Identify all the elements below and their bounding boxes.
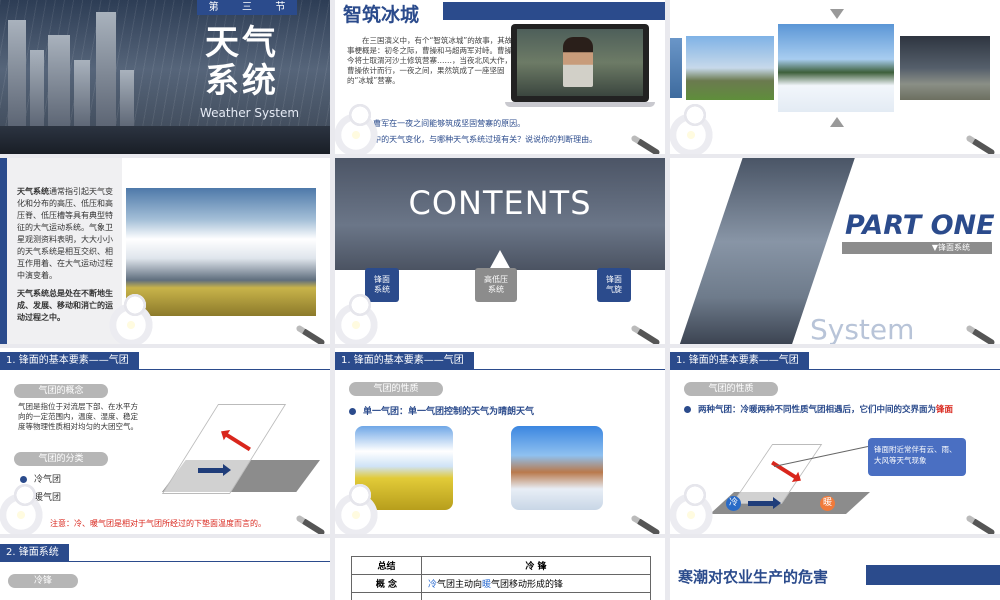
arrow-down-icon[interactable] — [830, 9, 844, 19]
slide-title: CONTENTS — [408, 184, 592, 222]
pen-icon — [970, 137, 996, 154]
table-row — [351, 592, 651, 600]
laptop-base — [505, 102, 655, 107]
note-text: 注意：冷、暖气团是相对于气团所经过的下垫面温度而言的。 — [50, 519, 266, 528]
slide-title: 寒潮对农业生产的危害 — [678, 568, 829, 586]
slide-6-part-one[interactable]: PART ONE ▼锋面系统 System — [670, 158, 1000, 344]
flower-decoration — [104, 292, 158, 344]
slide-4-definition[interactable]: 天气系统通常指引起天气变化和分布的高压、低压和高压脊、低压槽等具有典型特征的大气… — [0, 158, 330, 344]
flower-decoration — [335, 102, 383, 154]
slide-7-air-mass[interactable]: 1. 锋面的基本要素——气团 气团的概念 气团是指位于对流层下部、在水平方向的一… — [0, 348, 330, 534]
blue-arrow-icon — [198, 464, 231, 476]
pointer-triangle — [489, 250, 511, 270]
question-2: 2. 故事中的天气变化，与哪种天气系统过境有关？说说你的判断理由。 — [347, 135, 598, 144]
slide-2-story[interactable]: 智筑冰城 在三国演义中，有个“智筑冰城”的故事，其故事梗概是：初冬之际，曹操和马… — [335, 0, 665, 154]
pen-icon — [635, 137, 661, 154]
section-header: 2. 锋面系统 — [0, 544, 69, 561]
winter-tree-photo — [511, 426, 603, 510]
pill-label: 冷锋 — [8, 574, 78, 588]
point-text: 两种气团：冷暖两种不同性质气团相遇后，它们中间的交界面为锋面 — [684, 404, 988, 416]
summary-table: 总结 冷 锋 概 念 冷气团主动向暖气团移动形成的锋 — [351, 556, 651, 600]
slide-subtitle: Weather System — [200, 106, 300, 120]
section-header: 1. 锋面的基本要素——气团 — [0, 352, 139, 369]
cold-badge: 冷 — [726, 496, 741, 511]
warm-badge: 暖 — [820, 496, 835, 511]
slide-12-cold-wave[interactable]: 寒潮对农业生产的危害 — [670, 538, 1000, 600]
photo-snow-forest — [778, 24, 894, 112]
slide-11-summary-table[interactable]: 总结 冷 锋 概 念 冷气团主动向暖气团移动形成的锋 — [335, 538, 665, 600]
pen-icon — [635, 517, 661, 534]
part-title: PART ONE — [845, 210, 995, 241]
title-bar — [443, 2, 665, 20]
story-text: 在三国演义中，有个“智筑冰城”的故事，其故事梗概是：初冬之际，曹操和马超两军对峙… — [347, 36, 513, 85]
slide-1-title[interactable]: 第 三 节 天气 系统 Weather System — [0, 0, 330, 154]
flower-decoration — [335, 292, 383, 344]
flower-decoration — [670, 102, 718, 154]
section-header: 1. 锋面的基本要素——气团 — [335, 352, 474, 369]
building — [120, 70, 134, 130]
blue-arrow-icon — [748, 497, 781, 509]
pen-icon — [635, 327, 661, 344]
pen-icon — [970, 517, 996, 534]
pen-icon — [300, 517, 326, 534]
arrow-up-icon[interactable] — [830, 117, 844, 127]
contents-item-2[interactable]: 高低压 系统 — [475, 268, 517, 302]
pill-label: 气团的性质 — [684, 382, 778, 396]
section-badge: 第 三 节 — [197, 0, 297, 15]
callout-box: 锋面附近常伴有云、雨、大风等天气现象 — [868, 438, 966, 476]
flower-decoration — [670, 482, 718, 534]
pill-label: 气团的性质 — [349, 382, 443, 396]
ground — [0, 126, 330, 154]
definition-text: 天气系统通常指引起天气变化和分布的高压、低压和高压脊、低压槽等具有典型特征的大气… — [17, 187, 113, 322]
building — [8, 20, 26, 130]
section-header: 1. 锋面的基本要素——气团 — [670, 352, 809, 369]
pill-label: 气团的概念 — [14, 384, 108, 398]
slide-9-two-air-masses[interactable]: 1. 锋面的基本要素——气团 气团的性质 两种气团：冷暖两种不同性质气团相遇后，… — [670, 348, 1000, 534]
slide-3-gallery[interactable] — [670, 0, 1000, 154]
title-bar — [866, 565, 1000, 585]
building — [74, 60, 90, 130]
pill-label: 气团的分类 — [14, 452, 108, 466]
slide-title: 智筑冰城 — [343, 4, 420, 26]
accent-strip — [0, 158, 7, 344]
part-subtitle: ▼锋面系统 — [842, 242, 992, 254]
building — [48, 35, 70, 130]
table-row: 总结 冷 锋 — [351, 556, 651, 575]
building — [96, 12, 116, 130]
actor-figure — [563, 37, 593, 87]
photo-left-edge — [670, 38, 682, 98]
pen-icon — [300, 327, 326, 344]
slide-grid: 第 三 节 天气 系统 Weather System 智筑冰城 在三国演义中，有… — [0, 0, 1000, 600]
photo-storm — [900, 36, 990, 100]
photo-coast — [686, 36, 774, 100]
slide-5-contents[interactable]: CONTENTS 锋面 系统 高低压 系统 锋面 气旋 — [335, 158, 665, 344]
point-text: 单一气团：单一气团控制的天气为晴朗天气 — [349, 404, 534, 417]
table-row: 概 念 冷气团主动向暖气团移动形成的锋 — [351, 574, 651, 593]
pen-icon — [970, 327, 996, 344]
concept-text: 气团是指位于对流层下部、在水平方向的一定范围内，温度、湿度、稳定度等物理性质相对… — [18, 402, 138, 431]
background-word: System — [810, 313, 915, 344]
laptop-image — [511, 24, 649, 102]
slide-10-front-system[interactable]: 2. 锋面系统 冷锋 — [0, 538, 330, 600]
contents-item-3[interactable]: 锋面 气旋 — [597, 268, 631, 302]
slide-8-single-air-mass[interactable]: 1. 锋面的基本要素——气团 气团的性质 单一气团：单一气团控制的天气为晴朗天气 — [335, 348, 665, 534]
cloud-photo — [126, 188, 316, 316]
building — [30, 50, 44, 130]
slide-title: 天气 系统 — [205, 23, 279, 101]
